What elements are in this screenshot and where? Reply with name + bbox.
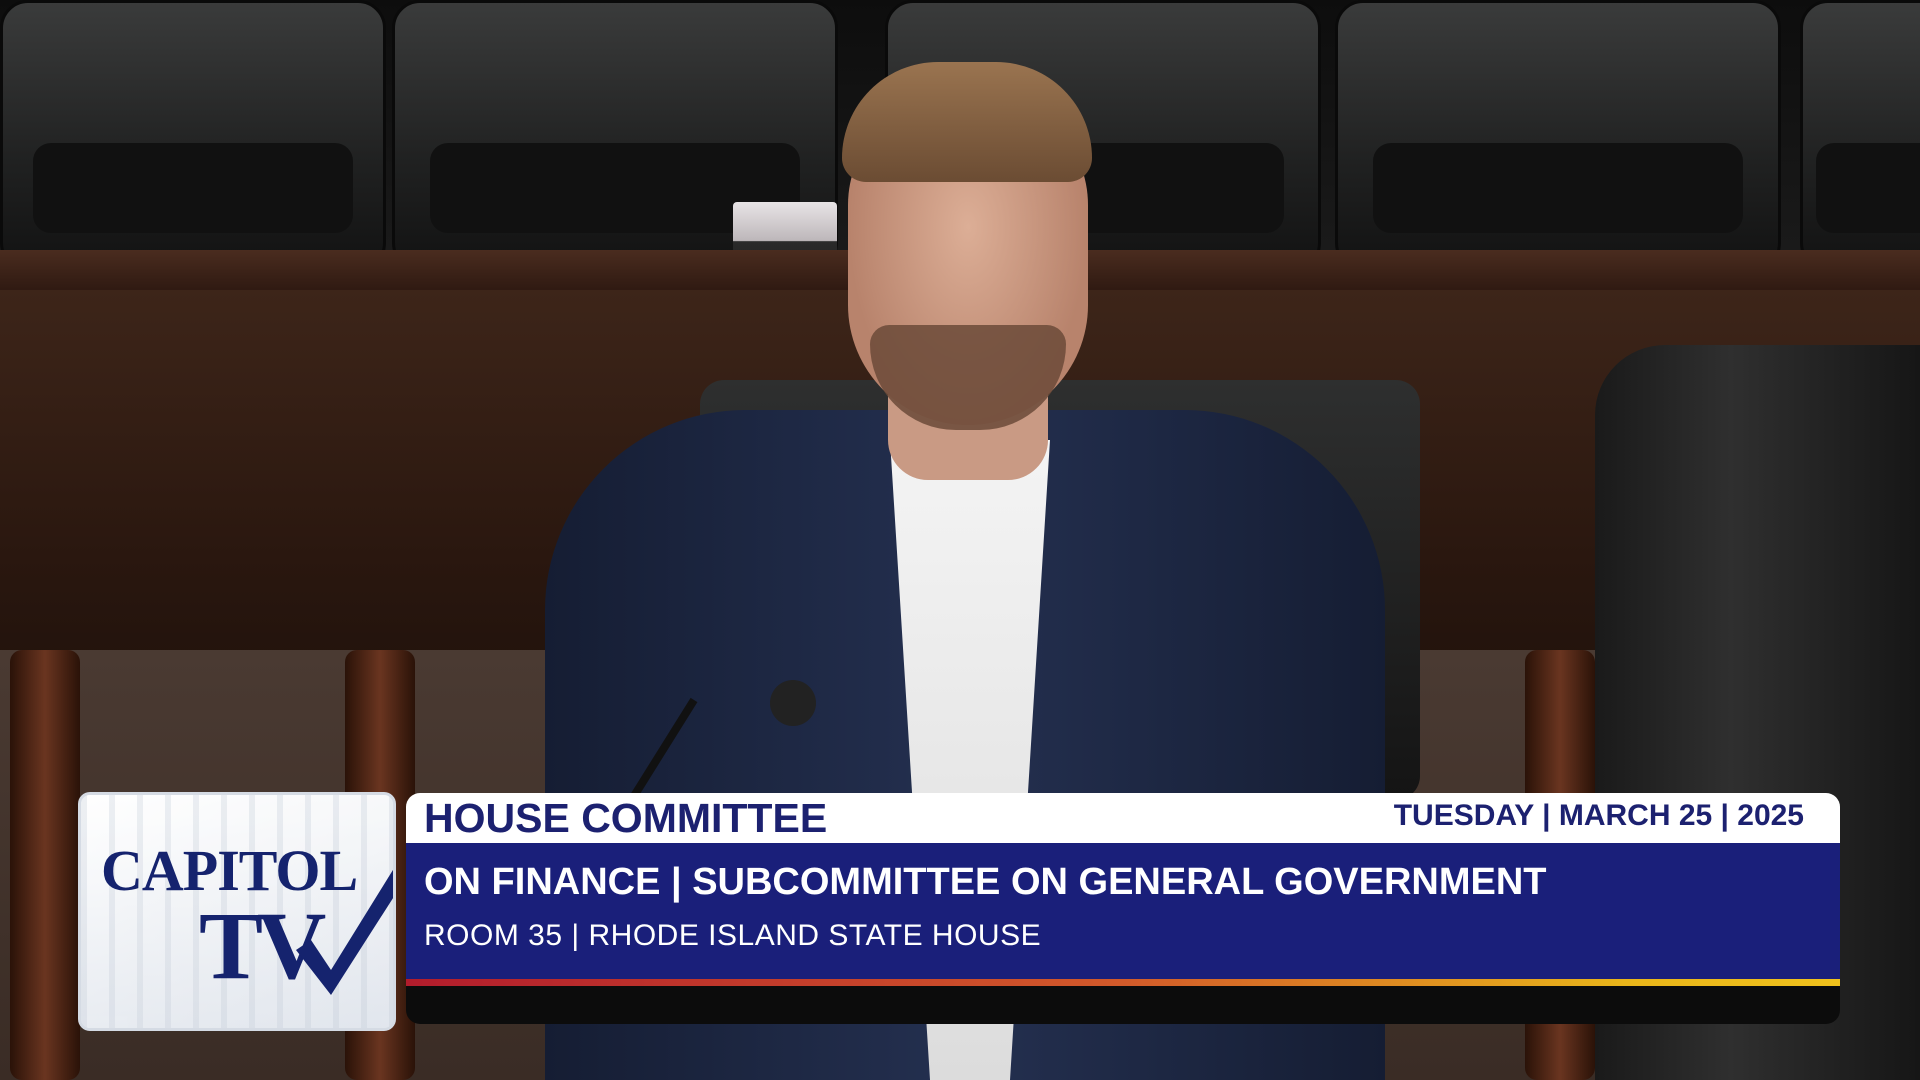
gallery-chair [0, 0, 386, 271]
gallery-chair [1335, 0, 1781, 271]
baluster [345, 650, 415, 1080]
video-frame [0, 0, 1920, 1080]
side-chair [1595, 345, 1920, 1080]
microphone-icon [770, 680, 816, 726]
baluster [1525, 650, 1595, 1080]
baluster [10, 650, 80, 1080]
gallery-chair [1800, 0, 1920, 271]
